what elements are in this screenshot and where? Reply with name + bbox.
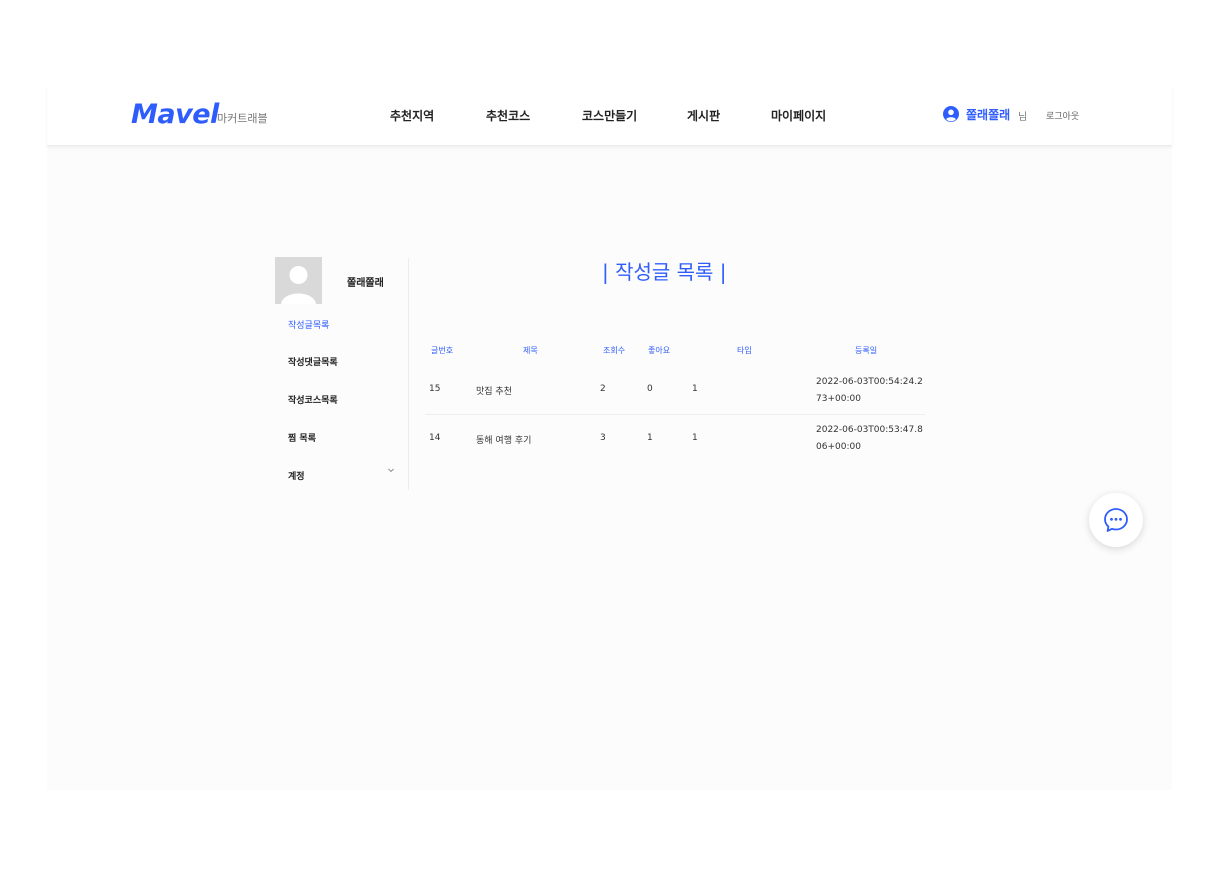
chevron-down-icon[interactable] [387, 466, 395, 474]
cell-likes: 0 [647, 384, 653, 394]
cell-date: 2022-06-03T00:53:47.8 06+00:00 [816, 422, 923, 456]
cell-type: 1 [692, 433, 698, 443]
avatar [275, 257, 322, 304]
cell-views: 2 [600, 384, 606, 394]
cell-views: 3 [600, 433, 606, 443]
nav-recommended-region[interactable]: 추천지역 [390, 107, 434, 124]
top-navbar: Mavel 마커트래블 추천지역 추천코스 코스만들기 게시판 마이페이지 쫄래… [47, 85, 1172, 146]
cell-post-number: 15 [429, 384, 441, 394]
column-header-views: 조회수 [603, 346, 626, 355]
sidebar-item-my-comments[interactable]: 작성댓글목록 [288, 355, 338, 368]
cell-title[interactable]: 동해 여행 후기 [476, 433, 531, 446]
nav-board[interactable]: 게시판 [687, 107, 720, 124]
nav-mypage[interactable]: 마이페이지 [771, 107, 826, 124]
cell-type: 1 [692, 384, 698, 394]
chat-bubble-icon [1104, 508, 1128, 532]
column-header-likes: 좋아요 [648, 346, 671, 355]
page-background [47, 85, 1172, 790]
column-header-title: 제목 [523, 346, 538, 355]
cell-date-line1: 2022-06-03T00:54:24.2 [816, 377, 923, 387]
cell-date: 2022-06-03T00:54:24.2 73+00:00 [816, 374, 923, 408]
row-divider [425, 414, 925, 415]
sidebar-item-my-courses[interactable]: 작성코스목록 [288, 393, 338, 406]
logo-subtitle: 마커트래블 [217, 112, 268, 125]
nav-make-course[interactable]: 코스만들기 [582, 107, 637, 124]
page-title: | 작성글 목록 | [602, 260, 727, 284]
sidebar-divider [408, 258, 409, 490]
profile-name: 쫄래쫄래 [347, 278, 384, 289]
cell-post-number: 14 [429, 433, 441, 443]
cell-title[interactable]: 맛집 추천 [476, 384, 512, 397]
user-name[interactable]: 쫄래쫄래 [966, 106, 1010, 123]
sidebar-item-my-posts[interactable]: 작성글목록 [288, 318, 329, 331]
user-circle-icon[interactable] [943, 106, 959, 122]
cell-date-line1: 2022-06-03T00:53:47.8 [816, 425, 923, 435]
cell-date-line2: 73+00:00 [816, 394, 861, 404]
default-avatar-icon [281, 266, 316, 304]
logout-link[interactable]: 로그아웃 [1046, 109, 1079, 122]
cell-date-line2: 06+00:00 [816, 442, 861, 452]
sidebar-item-wishlist[interactable]: 찜 목록 [288, 431, 316, 444]
chat-button[interactable] [1089, 493, 1143, 547]
column-header-date: 등록일 [855, 346, 878, 355]
column-header-type: 타입 [737, 346, 752, 355]
nav-recommended-course[interactable]: 추천코스 [486, 107, 530, 124]
cell-likes: 1 [647, 433, 653, 443]
sidebar-item-account[interactable]: 계정 [288, 469, 305, 482]
logo[interactable]: Mavel [131, 99, 219, 130]
user-name-suffix: 님 [1018, 112, 1028, 123]
column-header-post-number: 글번호 [431, 346, 454, 355]
